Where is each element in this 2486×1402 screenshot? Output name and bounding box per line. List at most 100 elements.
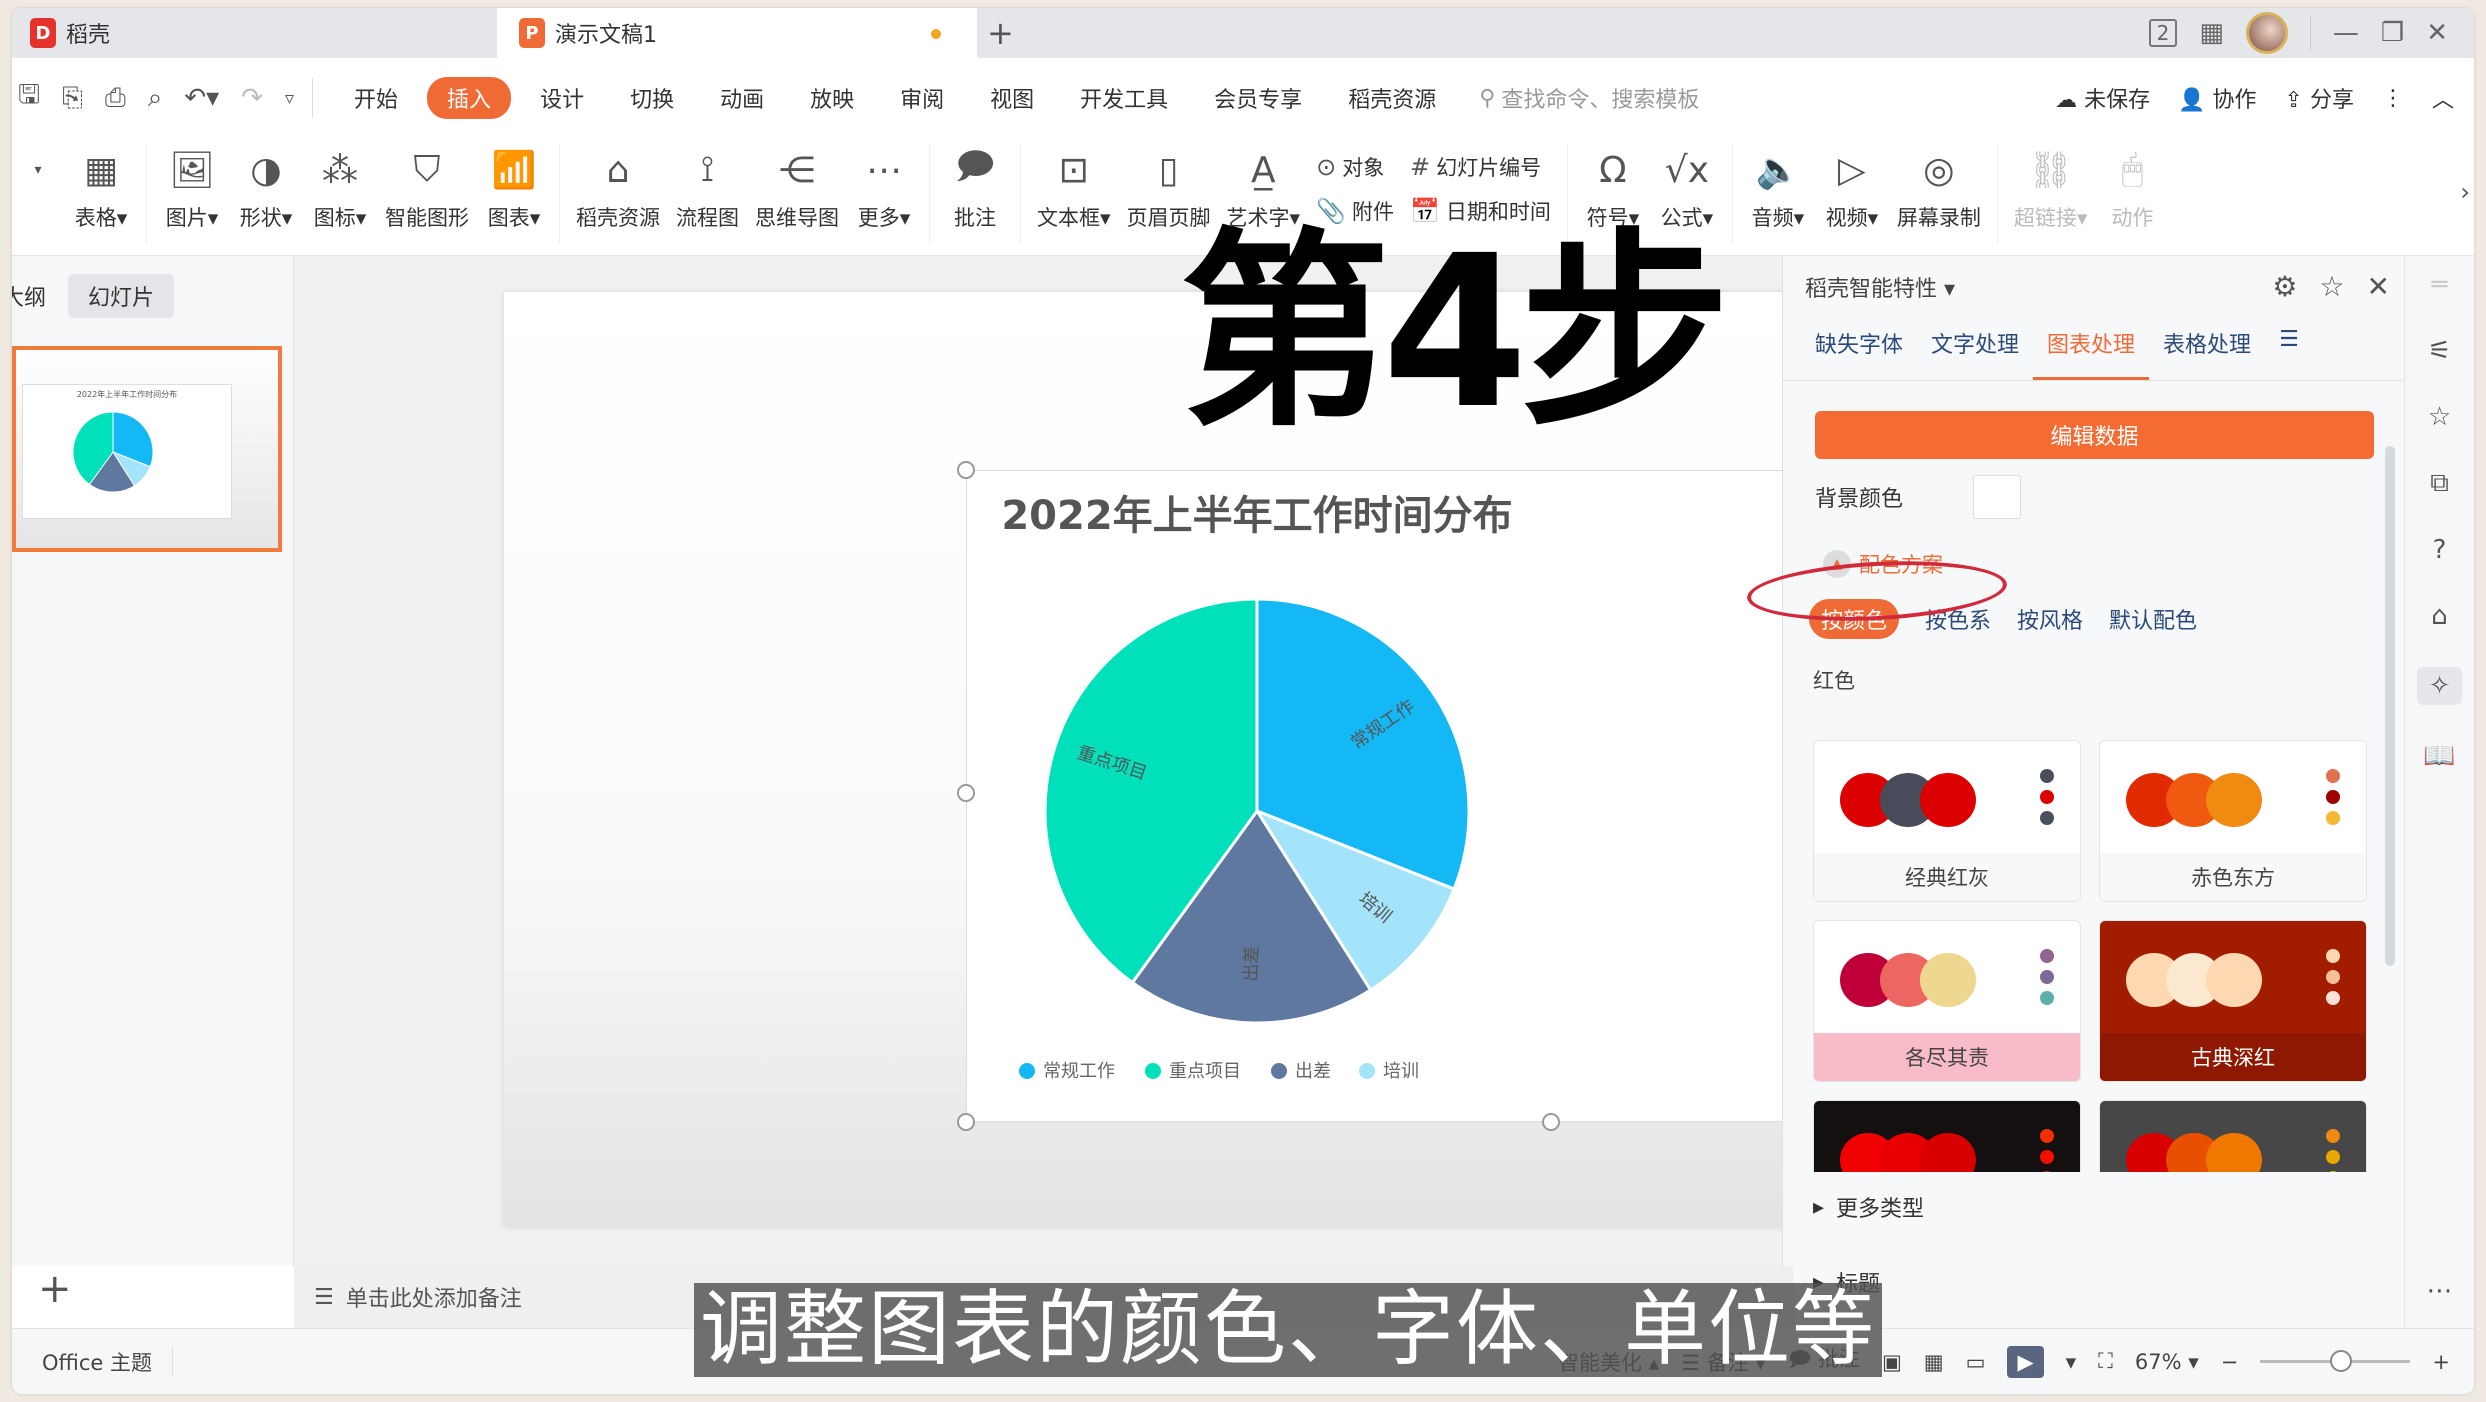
redo-icon[interactable]: ↷: [241, 83, 263, 113]
menu-daoke-resources[interactable]: 稻壳资源: [1325, 82, 1459, 114]
resize-handle[interactable]: [957, 461, 975, 479]
bg-color-swatch[interactable]: [1973, 475, 2022, 519]
panel-title-dropdown[interactable]: 稻壳智能特性 ▾: [1805, 271, 1955, 303]
close-button[interactable]: ✕: [2426, 18, 2448, 48]
zoom-level[interactable]: 67% ▾: [2135, 1350, 2199, 1374]
ribbon-textbox[interactable]: ⊡ 文本框▾: [1037, 144, 1111, 232]
ribbon-resources[interactable]: ⌂ 稻壳资源: [576, 144, 660, 232]
pin-icon[interactable]: ☆: [2319, 270, 2344, 303]
edit-data-button[interactable]: 编辑数据: [1815, 411, 2374, 459]
panel-scrollbar[interactable]: [2385, 446, 2395, 966]
minimize-button[interactable]: —: [2333, 18, 2359, 48]
customize-icon[interactable]: ▿: [285, 88, 294, 109]
transform-icon[interactable]: ⧉: [2430, 468, 2449, 499]
help-icon[interactable]: ?: [2433, 535, 2447, 565]
tab-daoke[interactable]: D 稻壳: [12, 8, 487, 58]
sorter-view-icon[interactable]: ▦: [1924, 1350, 1944, 1374]
ribbon-mindmap[interactable]: ⋲ 思维导图: [755, 144, 839, 232]
close-icon[interactable]: ✕: [2367, 270, 2390, 303]
add-slide-button[interactable]: +: [38, 1266, 72, 1312]
unsaved-button[interactable]: ☁ 未保存: [2055, 82, 2150, 114]
resize-handle[interactable]: [1542, 1113, 1560, 1131]
ribbon-scroll-left[interactable]: ▾: [12, 144, 64, 196]
more-vertical-icon[interactable]: ⋮: [2382, 86, 2404, 111]
tab-chart-processing[interactable]: 图表处理: [2033, 327, 2150, 380]
sliders-icon[interactable]: ⚟: [2428, 336, 2451, 366]
gear-icon[interactable]: ⚙: [2272, 270, 2297, 303]
menu-developer[interactable]: 开发工具: [1057, 82, 1191, 114]
ribbon-video[interactable]: ▷ 视频▾: [1823, 144, 1881, 232]
ribbon-smartart[interactable]: ⛉ 智能图形: [385, 144, 469, 232]
color-scheme-card[interactable]: [1813, 1100, 2081, 1172]
zoom-slider[interactable]: [2260, 1350, 2411, 1372]
undo-icon[interactable]: ↶▾: [184, 83, 219, 113]
ribbon-audio[interactable]: 🔈 音频▾: [1749, 144, 1807, 232]
fit-window-icon[interactable]: ⛶: [2098, 1349, 2113, 1374]
menu-insert[interactable]: 插入: [427, 77, 512, 119]
star-icon[interactable]: ☆: [2428, 402, 2451, 432]
save-icon[interactable]: 🖫: [18, 76, 40, 120]
ribbon-more[interactable]: ⋯ 更多▾: [855, 144, 913, 232]
save-as-icon[interactable]: ⎘: [62, 83, 83, 114]
color-scheme-card[interactable]: 各尽其责: [1813, 920, 2081, 1082]
tabs-menu-icon[interactable]: ☰: [2265, 327, 2313, 380]
more-types-toggle[interactable]: ▸ 更多类型: [1813, 1191, 1924, 1223]
zoom-slider-knob[interactable]: [2330, 1350, 2353, 1372]
dual-screen-icon[interactable]: 2: [2148, 19, 2178, 47]
menu-member[interactable]: 会员专享: [1191, 82, 1325, 114]
zoom-out-button[interactable]: −: [2221, 1350, 2239, 1374]
ribbon-icons[interactable]: ⁂ 图标▾: [311, 144, 369, 232]
share-button[interactable]: ⇪ 分享: [2285, 82, 2354, 114]
menu-slideshow[interactable]: 放映: [787, 82, 877, 114]
ribbon-slide-number[interactable]: # 幻灯片编号: [1410, 152, 1551, 182]
drag-handle-icon[interactable]: ═: [2432, 270, 2448, 300]
ribbon-comment[interactable]: 🗩 批注: [946, 144, 1004, 232]
resize-handle[interactable]: [957, 784, 975, 802]
ribbon-table[interactable]: ▦ 表格▾: [72, 144, 130, 232]
ribbon-action[interactable]: 🖱 动作: [2103, 144, 2161, 232]
book-icon[interactable]: 📖: [2423, 741, 2455, 771]
filter-by-style[interactable]: 按风格: [2017, 603, 2083, 635]
color-scheme-card[interactable]: 经典红灰: [1813, 740, 2081, 902]
tab-slides[interactable]: 幻灯片: [68, 274, 175, 318]
menu-review[interactable]: 审阅: [877, 82, 967, 114]
theme-label[interactable]: Office 主题: [12, 1346, 173, 1377]
ribbon-screen-record[interactable]: ◎ 屏幕录制: [1897, 144, 1981, 232]
ribbon-flowchart[interactable]: ⟟ 流程图: [676, 144, 739, 232]
collapse-ribbon-icon[interactable]: ︿: [2432, 82, 2454, 114]
color-scheme-card[interactable]: 赤色东方: [2099, 740, 2367, 902]
play-dropdown-icon[interactable]: ▾: [2066, 1350, 2077, 1374]
color-scheme-card[interactable]: 古典深红: [2099, 920, 2367, 1082]
collab-button[interactable]: 👤 协作: [2178, 82, 2256, 114]
menu-animation[interactable]: 动画: [697, 82, 787, 114]
resize-handle[interactable]: [957, 1113, 975, 1131]
resource-icon[interactable]: ⌂: [2431, 601, 2448, 631]
tab-table-processing[interactable]: 表格处理: [2149, 327, 2265, 380]
play-button[interactable]: ▶: [2007, 1345, 2044, 1378]
menu-design[interactable]: 设计: [517, 82, 607, 114]
grid-apps-icon[interactable]: ▦: [2199, 18, 2224, 48]
zoom-in-button[interactable]: +: [2432, 1350, 2450, 1374]
smart-features-icon[interactable]: ✧: [2416, 667, 2463, 705]
more-icon[interactable]: ⋯: [2427, 1276, 2453, 1306]
tab-document[interactable]: P 演示文稿1: [497, 8, 977, 58]
tab-outline[interactable]: 大纲: [12, 280, 46, 312]
tab-text-processing[interactable]: 文字处理: [1917, 327, 2033, 380]
normal-view-icon[interactable]: ▣: [1882, 1350, 1902, 1374]
reading-view-icon[interactable]: ▭: [1966, 1350, 1986, 1374]
filter-default[interactable]: 默认配色: [2109, 603, 2197, 635]
command-search[interactable]: ⚲ 查找命令、搜索模板: [1479, 82, 1699, 114]
menu-transition[interactable]: 切换: [607, 82, 697, 114]
ribbon-picture[interactable]: 🖼 图片▾: [163, 144, 221, 232]
ribbon-shape[interactable]: ◑ 形状▾: [237, 144, 295, 232]
new-tab-button[interactable]: +: [987, 14, 1014, 52]
ribbon-chart[interactable]: 📶 图表▾: [485, 144, 543, 232]
ribbon-hyperlink[interactable]: ⛓ 超链接▾: [2014, 144, 2088, 232]
print-icon[interactable]: ⎙: [105, 83, 126, 114]
ribbon-object[interactable]: ⊙ 对象: [1316, 152, 1394, 182]
menu-home[interactable]: 开始: [331, 82, 421, 114]
tab-missing-fonts[interactable]: 缺失字体: [1801, 327, 1917, 380]
avatar[interactable]: [2245, 12, 2288, 54]
color-scheme-card[interactable]: [2099, 1100, 2367, 1172]
menu-view[interactable]: 视图: [967, 82, 1057, 114]
